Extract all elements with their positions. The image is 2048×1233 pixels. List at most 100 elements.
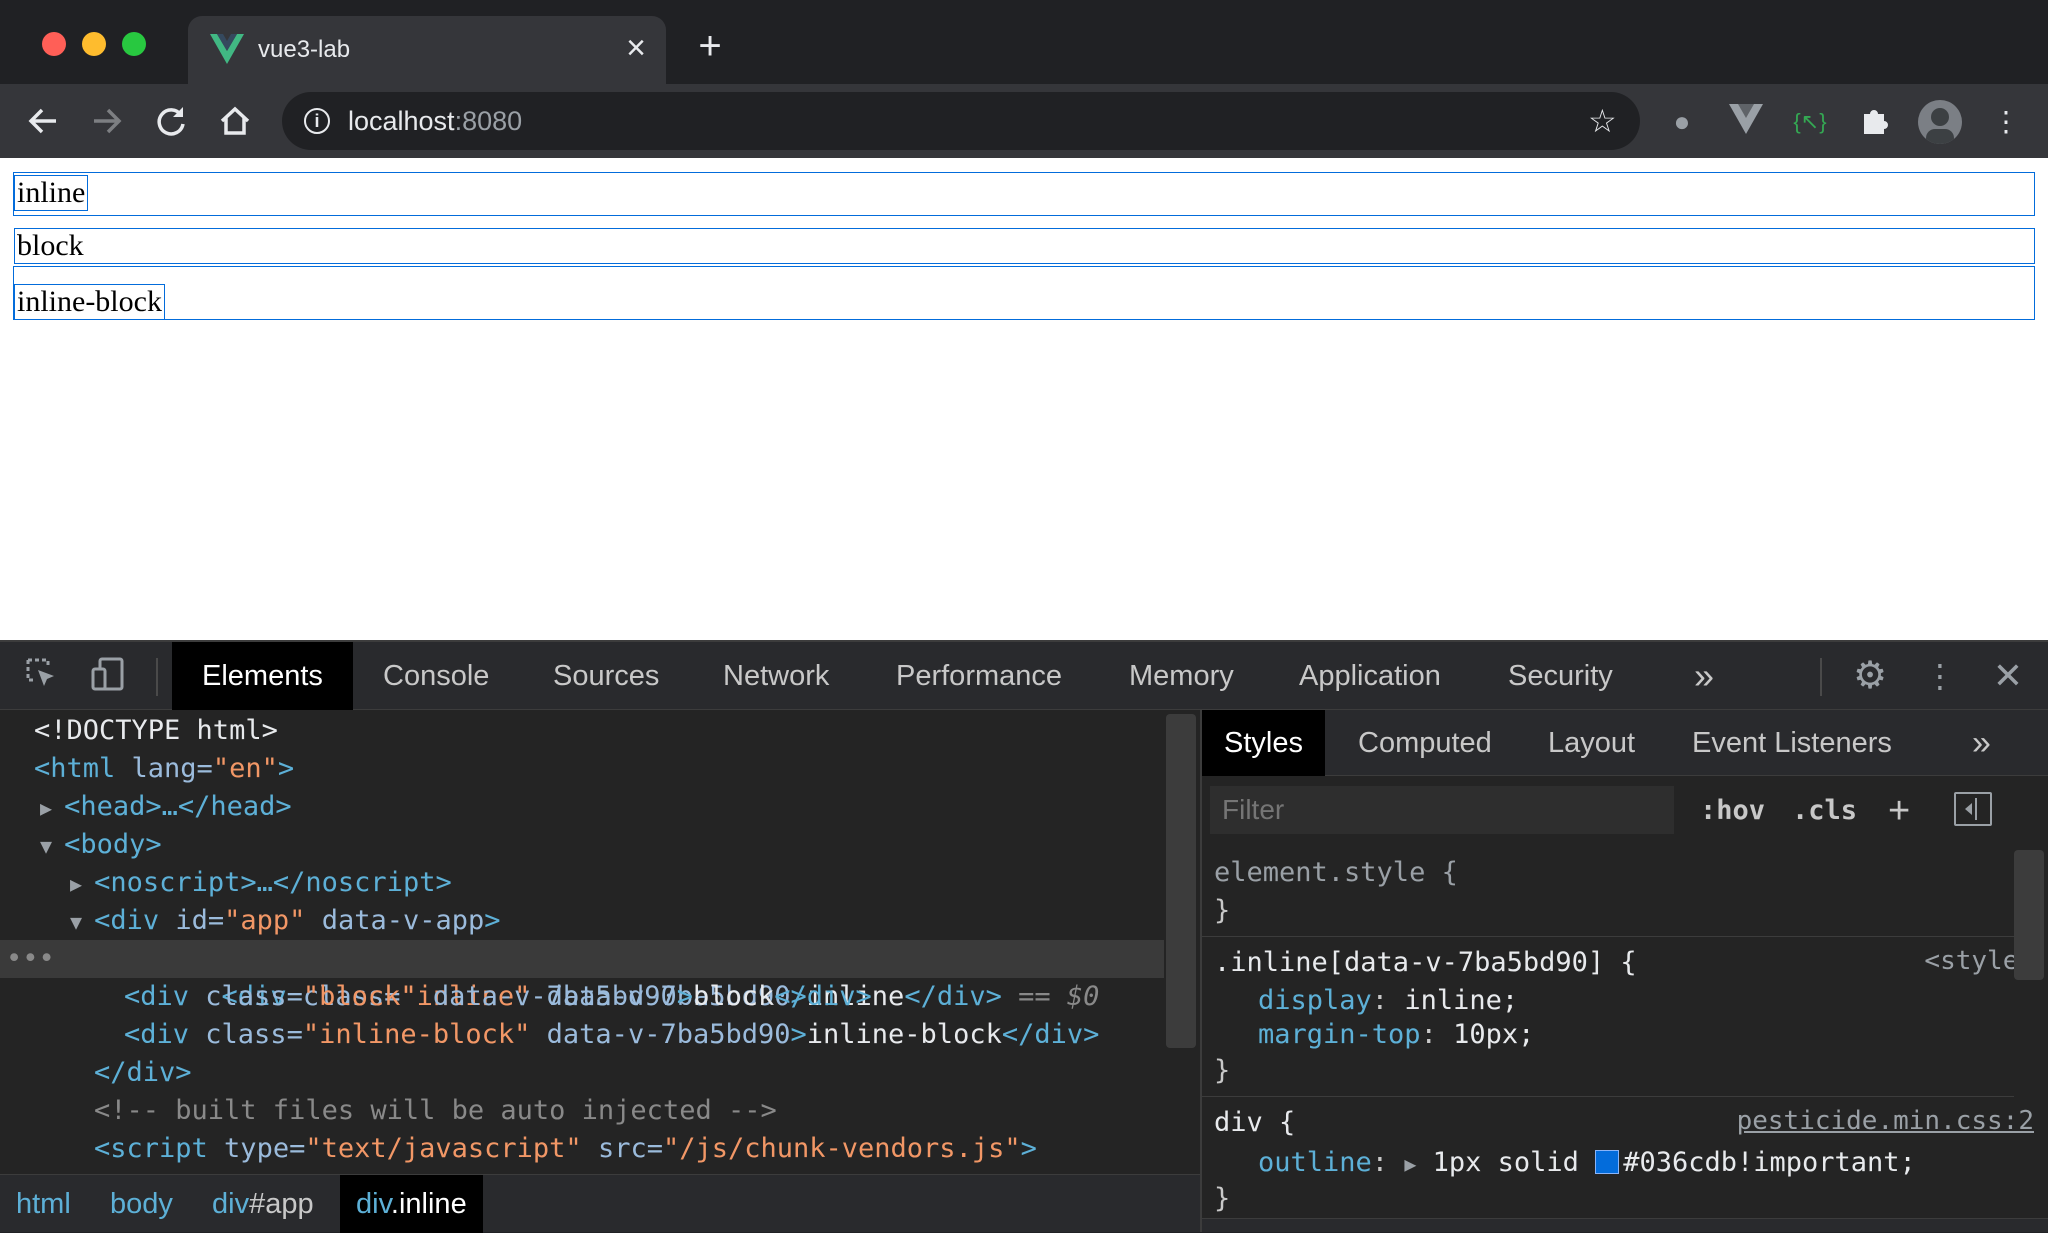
selector-extension-icon[interactable]: {↖} xyxy=(1792,104,1828,140)
dom-tree: <!DOCTYPE html> <html lang="en"> ▶ <head… xyxy=(0,710,1164,1172)
prop-outline[interactable]: outline: ▶ 1px solid #036cdb!important; xyxy=(1258,1144,1916,1183)
inline-row-outline xyxy=(13,172,2035,216)
prop-display[interactable]: display: inline; xyxy=(1258,982,1518,1020)
styles-sidebar: Styles Computed Layout Event Listeners »… xyxy=(1202,710,2048,1232)
dom-scrollbar[interactable] xyxy=(1166,714,1196,1048)
block-element: block xyxy=(14,228,2035,264)
breadcrumb-div-inline[interactable]: div.inline xyxy=(340,1175,483,1233)
info-icon[interactable]: i xyxy=(304,108,330,134)
styles-tabbar: Styles Computed Layout Event Listeners » xyxy=(1202,710,2048,776)
new-rule-button[interactable]: + xyxy=(1888,788,1910,834)
dom-node-comment[interactable]: <!-- built files will be auto injected -… xyxy=(0,1092,1164,1130)
gear-icon[interactable]: ⚙ xyxy=(1850,656,1890,696)
element-style-selector[interactable]: element.style { xyxy=(1214,854,1458,892)
collapse-triangle-icon[interactable]: ▼ xyxy=(40,834,64,858)
devtools-panel: Elements Console Sources Network Perform… xyxy=(0,640,2048,1233)
more-sidebar-tabs-icon[interactable]: » xyxy=(1950,710,2013,776)
rule-divider xyxy=(1202,1096,2014,1097)
toolbar-divider xyxy=(156,658,158,696)
inline-block-row-outline xyxy=(13,266,2035,320)
expand-triangle-icon[interactable]: ▶ xyxy=(70,872,94,896)
avatar[interactable] xyxy=(1918,100,1962,144)
dom-node-head[interactable]: ▶ <head>…</head> xyxy=(0,788,1164,826)
address-bar[interactable]: i localhost:8080 ☆ xyxy=(282,92,1640,150)
tab-title: vue3-lab xyxy=(258,36,351,63)
bookmark-star-icon[interactable]: ☆ xyxy=(1588,102,1617,140)
tab-strip: vue3-lab × + xyxy=(0,0,2048,84)
window-zoom-button[interactable] xyxy=(122,32,146,56)
extension-icon[interactable]: ● xyxy=(1664,104,1700,140)
breadcrumb-div-app[interactable]: div#app xyxy=(196,1175,330,1233)
class-toggle[interactable]: .cls xyxy=(1792,788,1857,834)
inspect-element-icon[interactable] xyxy=(22,656,62,696)
dom-node-app-close[interactable]: </div> xyxy=(0,1054,1164,1092)
browser-tab[interactable]: vue3-lab × xyxy=(188,16,666,84)
tab-layout[interactable]: Layout xyxy=(1526,710,1657,776)
collapse-triangle-icon[interactable]: ▼ xyxy=(70,910,94,934)
tab-application[interactable]: Application xyxy=(1269,642,1471,710)
dom-node-app[interactable]: ▼ <div id="app" data-v-app> xyxy=(0,902,1164,940)
rule-divider xyxy=(1202,936,2014,937)
toolbar-divider xyxy=(1820,658,1822,696)
more-menu-icon[interactable]: ⋮ xyxy=(1988,104,2024,140)
puzzle-icon[interactable] xyxy=(1856,104,1892,140)
url-text: localhost:8080 xyxy=(348,106,523,136)
node-actions-ellipsis[interactable]: ••• xyxy=(6,940,55,978)
more-options-icon[interactable]: ⋮ xyxy=(1920,656,1960,696)
dom-node-inline-block[interactable]: <div class="inline-block" data-v-7ba5bd9… xyxy=(0,1016,1164,1054)
expand-shorthand-icon[interactable]: ▶ xyxy=(1404,1152,1416,1176)
tab-console[interactable]: Console xyxy=(353,642,519,710)
devtools-tabbar: Elements Console Sources Network Perform… xyxy=(0,642,2048,710)
rule-inline-close: } xyxy=(1214,1055,1231,1086)
styles-filter-input[interactable] xyxy=(1210,786,1674,834)
prop-margin-top[interactable]: margin-top: 10px; xyxy=(1258,1016,1534,1054)
back-icon[interactable] xyxy=(22,100,64,142)
element-style-close: } xyxy=(1214,895,1231,926)
inline-element: inline xyxy=(13,175,89,211)
browser-toolbar: i localhost:8080 ☆ ● {↖} ⋮ xyxy=(0,84,2048,158)
dom-node-doctype[interactable]: <!DOCTYPE html> xyxy=(0,712,1164,750)
dom-node-noscript[interactable]: ▶ <noscript>…</noscript> xyxy=(0,864,1164,902)
tab-close-icon[interactable]: × xyxy=(618,30,654,66)
dom-node-body[interactable]: ▼ <body> xyxy=(0,826,1164,864)
styles-filter-bar: :hov .cls + xyxy=(1202,776,2014,846)
breadcrumb-body[interactable]: body xyxy=(94,1175,189,1233)
tab-network[interactable]: Network xyxy=(693,642,859,710)
rule-div-source-link[interactable]: pesticide.min.css:2 xyxy=(1737,1106,2034,1136)
expand-triangle-icon[interactable]: ▶ xyxy=(40,796,64,820)
dom-node-inline-selected[interactable]: ••• <div class="inline" data-v-7ba5bd90>i… xyxy=(0,940,1164,1012)
close-devtools-icon[interactable]: ✕ xyxy=(1988,656,2028,696)
color-swatch[interactable] xyxy=(1595,1150,1620,1174)
tab-computed[interactable]: Computed xyxy=(1336,710,1514,776)
inline-block-element: inline-block xyxy=(14,284,165,320)
hover-state-toggle[interactable]: :hov xyxy=(1700,788,1765,834)
page-viewport: inline block inline-block xyxy=(0,158,2048,640)
vue-logo-icon xyxy=(210,34,244,64)
styles-scrollbar[interactable] xyxy=(2014,850,2044,980)
device-toolbar-icon[interactable] xyxy=(88,656,128,696)
rule-div-selector[interactable]: div { xyxy=(1214,1104,1295,1142)
forward-icon[interactable] xyxy=(86,100,128,142)
new-tab-button[interactable]: + xyxy=(690,26,730,66)
breadcrumb-html[interactable]: html xyxy=(0,1175,87,1233)
tab-styles[interactable]: Styles xyxy=(1202,710,1325,776)
home-icon[interactable] xyxy=(214,100,256,142)
reload-icon[interactable] xyxy=(150,100,192,142)
tab-memory[interactable]: Memory xyxy=(1099,642,1264,710)
tab-security[interactable]: Security xyxy=(1478,642,1643,710)
vue-devtools-icon[interactable] xyxy=(1728,104,1764,140)
more-tabs-icon[interactable]: » xyxy=(1684,656,1724,696)
rule-inline-selector[interactable]: .inline[data-v-7ba5bd90] { xyxy=(1214,944,1637,982)
rule-div-close: } xyxy=(1214,1183,1231,1214)
window-close-button[interactable] xyxy=(42,32,66,56)
breadcrumb: html body div#app div.inline xyxy=(0,1174,1200,1233)
tab-performance[interactable]: Performance xyxy=(866,642,1092,710)
dom-node-script[interactable]: <script type="text/javascript" src="/js/… xyxy=(0,1130,1164,1168)
toggle-sidebar-icon[interactable] xyxy=(1954,792,1992,826)
tab-event-listeners[interactable]: Event Listeners xyxy=(1670,710,1914,776)
tab-elements[interactable]: Elements xyxy=(172,642,353,710)
tab-sources[interactable]: Sources xyxy=(523,642,689,710)
dom-node-html[interactable]: <html lang="en"> xyxy=(0,750,1164,788)
dom-node-block[interactable]: <div class="block" data-v-7ba5bd90>block… xyxy=(0,978,1164,1016)
window-minimize-button[interactable] xyxy=(82,32,106,56)
